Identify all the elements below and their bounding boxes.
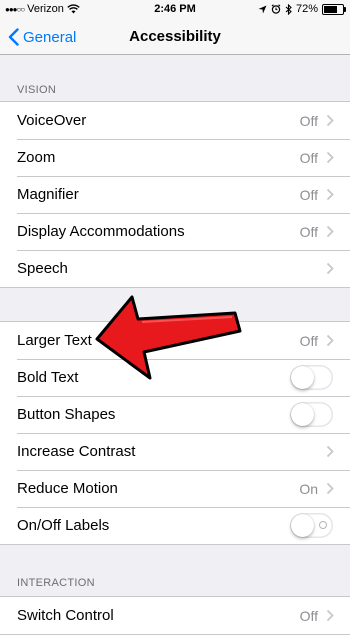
chevron-right-icon (326, 102, 334, 139)
row-label: Switch Control (17, 607, 114, 624)
section-header-interaction: INTERACTION (17, 577, 95, 589)
battery-icon (322, 3, 346, 15)
chevron-right-icon (326, 213, 334, 250)
bluetooth-icon (285, 3, 292, 15)
navigation-bar: General Accessibility (0, 20, 350, 55)
battery-percent: 72% (295, 3, 318, 15)
chevron-right-icon (326, 470, 334, 507)
row-value: Off (299, 112, 318, 129)
row-increase-contrast[interactable]: Increase Contrast (0, 433, 350, 470)
row-label: Increase Contrast (17, 443, 136, 460)
row-onoff-labels: On/Off Labels (0, 507, 350, 544)
status-bar: ●●●○○ Verizon 2:46 PM 72% (0, 0, 350, 20)
chevron-right-icon (326, 176, 334, 213)
row-label: Speech (17, 260, 68, 277)
chevron-right-icon (326, 433, 334, 470)
row-label: VoiceOver (17, 112, 87, 129)
row-speech[interactable]: Speech (0, 250, 350, 287)
chevron-right-icon (326, 139, 334, 176)
row-value: Off (299, 332, 318, 349)
row-button-shapes: Button Shapes (0, 396, 350, 433)
text-and-display-group: Larger Text Off Bold Text Button Shapes … (0, 321, 350, 545)
chevron-right-icon (326, 597, 334, 634)
toggle-knob (291, 366, 314, 389)
alarm-clock-icon (271, 4, 281, 14)
chevron-right-icon (326, 250, 334, 287)
battery-fill (324, 5, 337, 13)
row-label: Magnifier (17, 186, 79, 203)
row-value: Off (299, 149, 318, 166)
toggle-knob (291, 403, 314, 426)
row-label: Zoom (17, 149, 56, 166)
row-label: On/Off Labels (17, 517, 110, 534)
section-header-vision: VISION (17, 84, 57, 96)
status-right: 72% (258, 3, 346, 15)
chevron-right-icon (326, 322, 334, 359)
row-bold-text: Bold Text (0, 359, 350, 396)
interaction-group: Switch Control Off (0, 596, 350, 635)
row-label: Bold Text (17, 369, 79, 386)
row-switch-control[interactable]: Switch Control Off (0, 597, 350, 634)
button-shapes-toggle[interactable] (290, 402, 333, 427)
row-label: Button Shapes (17, 406, 116, 423)
row-voiceover[interactable]: VoiceOver Off (0, 102, 350, 139)
row-display-accommodations[interactable]: Display Accommodations Off (0, 213, 350, 250)
row-label: Display Accommodations (17, 223, 185, 240)
location-arrow-icon (258, 5, 267, 13)
page-title: Accessibility (129, 28, 221, 45)
off-label-circle-icon (319, 521, 327, 529)
toggle-knob (291, 514, 314, 537)
row-label: Larger Text (17, 332, 92, 349)
row-zoom[interactable]: Zoom Off (0, 139, 350, 176)
row-value: Off (299, 607, 318, 624)
row-label: Reduce Motion (17, 480, 118, 497)
row-value: Off (299, 223, 318, 240)
row-reduce-motion[interactable]: Reduce Motion On (0, 470, 350, 507)
row-value: Off (299, 186, 318, 203)
row-magnifier[interactable]: Magnifier Off (0, 176, 350, 213)
vision-group: VoiceOver Off Zoom Off Magnifier Off Dis… (0, 101, 350, 288)
onoff-labels-toggle[interactable] (290, 513, 333, 538)
row-value: On (299, 480, 318, 497)
bold-text-toggle[interactable] (290, 365, 333, 390)
row-larger-text[interactable]: Larger Text Off (0, 322, 350, 359)
